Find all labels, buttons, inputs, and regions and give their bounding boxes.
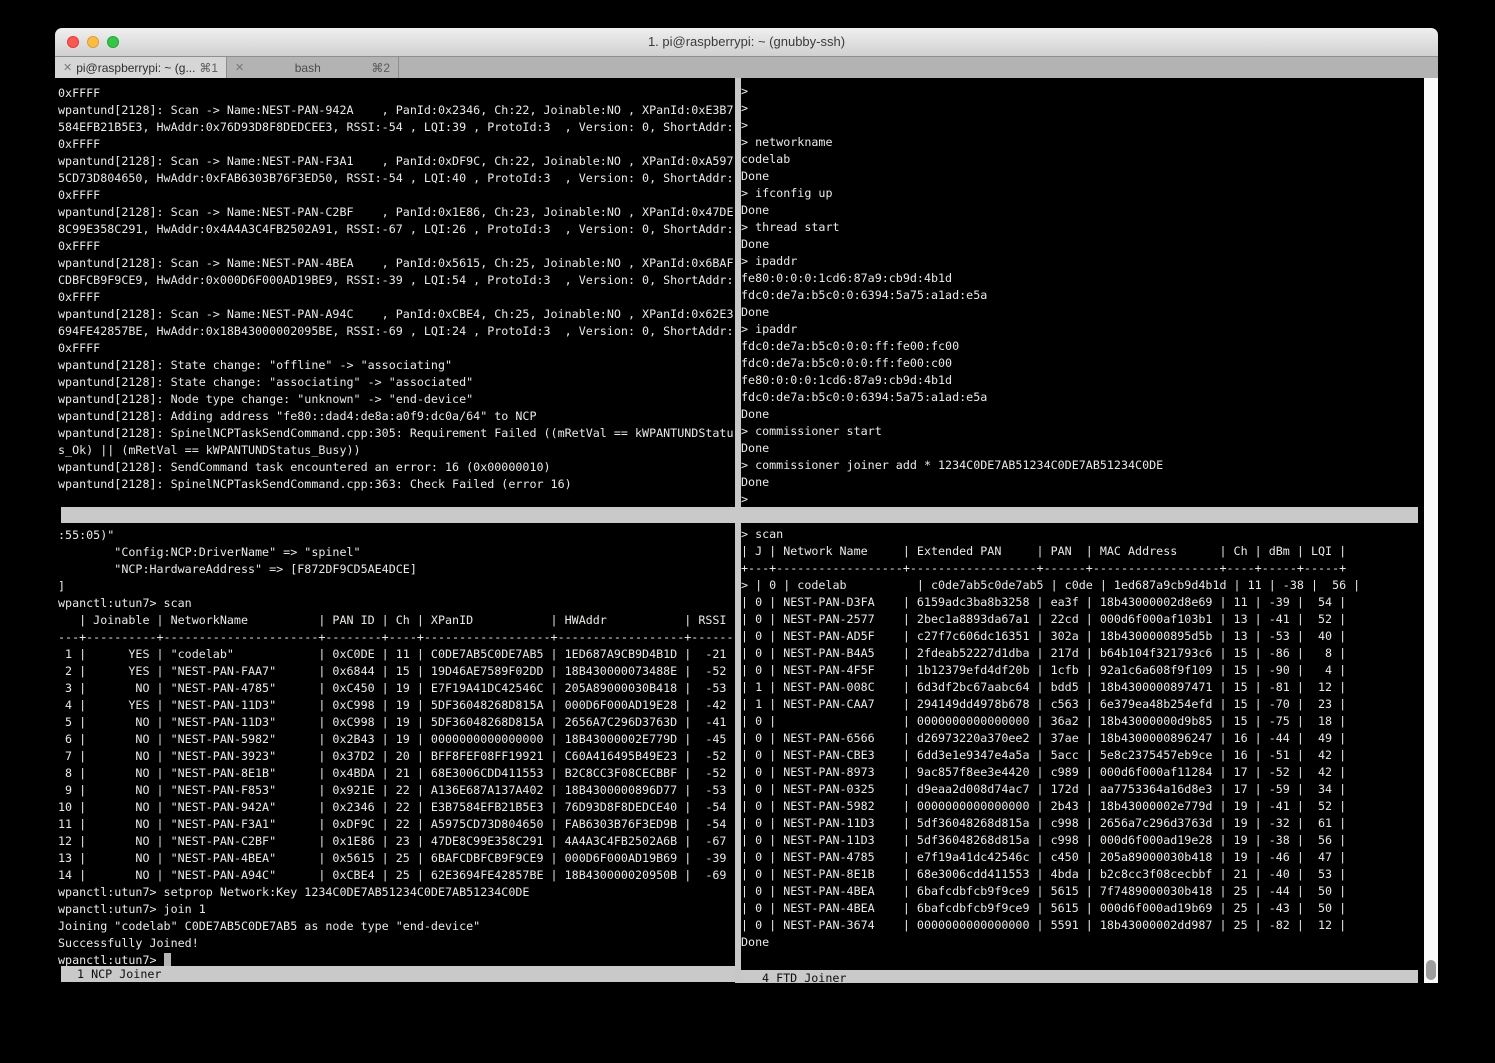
tab-ssh-session[interactable]: ✕ pi@raspberrypi: ~ (g... ⌘1 xyxy=(55,57,227,78)
window-title: 1. pi@raspberrypi: ~ (gnubby-ssh) xyxy=(55,28,1438,56)
pane-ftd-commissioner[interactable]: > > > > networkname codelab Done > ifcon… xyxy=(741,83,1163,508)
minimize-window-button[interactable] xyxy=(87,36,99,48)
terminal-content: 0xFFFF wpantund[2128]: Scan -> Name:NEST… xyxy=(55,78,1438,983)
tab-shortcut: ⌘1 xyxy=(199,61,218,75)
tab-label: bash xyxy=(248,61,367,75)
titlebar[interactable]: 1. pi@raspberrypi: ~ (gnubby-ssh) xyxy=(55,28,1438,57)
status-label-ftd-joiner: 4 FTD Joiner xyxy=(741,970,1418,983)
tab-bash[interactable]: ✕ bash ⌘2 xyxy=(227,57,399,78)
close-tab-icon[interactable]: ✕ xyxy=(63,61,72,74)
status-label-ncp-joiner: 1 NCP Joiner xyxy=(61,966,735,982)
window-controls xyxy=(67,36,119,48)
close-window-button[interactable] xyxy=(67,36,79,48)
pane-status-bar-top: 0 wpantund 3 FTD Commissioner xyxy=(61,507,1418,523)
pane-ftd-joiner[interactable]: > scan | J | Network Name | Extended PAN… xyxy=(741,526,1360,951)
tab-shortcut: ⌘2 xyxy=(371,61,390,75)
terminal-window: 1. pi@raspberrypi: ~ (gnubby-ssh) ✕ pi@r… xyxy=(55,28,1438,983)
text-cursor xyxy=(164,953,171,966)
tab-bar: ✕ pi@raspberrypi: ~ (g... ⌘1 ✕ bash ⌘2 xyxy=(55,57,1438,78)
scrollbar-thumb[interactable] xyxy=(1426,960,1436,980)
close-tab-icon[interactable]: ✕ xyxy=(235,61,244,74)
pane-ncp-joiner[interactable]: :55:05)" "Config:NCP:DriverName" => "spi… xyxy=(58,527,734,969)
zoom-window-button[interactable] xyxy=(107,36,119,48)
scrollbar[interactable] xyxy=(1424,78,1438,983)
tab-label: pi@raspberrypi: ~ (g... xyxy=(76,61,195,75)
pane-wpantund-log[interactable]: 0xFFFF wpantund[2128]: Scan -> Name:NEST… xyxy=(58,85,734,493)
